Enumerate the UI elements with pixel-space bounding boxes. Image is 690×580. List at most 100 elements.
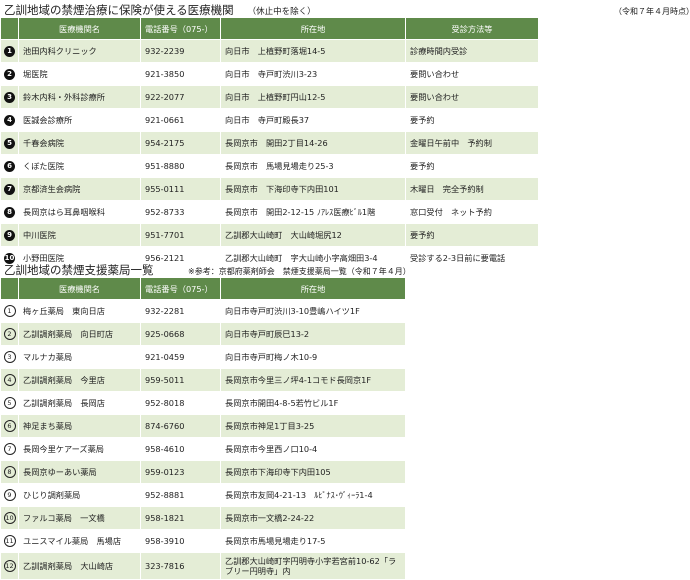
header-tel: 電話番号（075-）: [140, 17, 221, 40]
header-address: 所在地: [220, 277, 406, 300]
pharmacy-row: 5 乙訓調剤薬局 長岡店 952-8018 長岡京市開田4-8-5若竹ビル1F: [0, 391, 406, 415]
clinic-method: 金曜日午前中 予約制: [405, 131, 539, 155]
pharmacy-tel: 952-8881: [140, 483, 221, 507]
clinic-name: くぼた医院: [18, 154, 141, 178]
pharmacy-table-header: 医療機関名 電話番号（075-） 所在地: [0, 277, 406, 300]
clinic-tel: 955-0111: [140, 177, 221, 201]
pharmacy-tel: 925-0668: [140, 322, 221, 346]
clinic-number-badge: 6: [4, 161, 15, 172]
pharmacy-name: 梅ヶ丘薬局 東向日店: [18, 299, 141, 323]
pharmacy-address: 長岡京市開田4-8-5若竹ビル1F: [220, 391, 406, 415]
clinic-number-badge: 4: [4, 115, 15, 126]
section2-note: ※参考：京都府薬剤師会 禁煙支援薬局一覧（令和７年４月）: [188, 267, 411, 276]
clinic-row: 4 医誠会診療所 921-0661 向日市 寺戸町殿長37 要予約: [0, 108, 539, 132]
pharmacy-name: 神足まち薬局: [18, 414, 141, 438]
pharmacy-number-circle: 4: [3, 374, 16, 386]
pharmacy-row: 10 ファルコ薬局 一文橋 958-1821 長岡京市一文橋2-24-22: [0, 506, 406, 530]
clinic-row: 9 中川医院 951-7701 乙訓郡大山崎町 大山崎堀尻12 要予約: [0, 223, 539, 247]
pharmacy-number-cell: 1: [0, 299, 19, 323]
clinic-address: 長岡京市 開田2丁目14-26: [220, 131, 406, 155]
pharmacy-number-circle: 10: [3, 512, 16, 524]
pharmacy-number-cell: 12: [0, 552, 19, 580]
pharmacy-tel: 959-5011: [140, 368, 221, 392]
clinic-tel: 921-0661: [140, 108, 221, 132]
clinic-name: 鈴木内科・外科診療所: [18, 85, 141, 109]
section2-title: 乙訓地域の禁煙支援薬局一覧: [4, 263, 154, 277]
clinic-name: 長岡京はら耳鼻咽喉科: [18, 200, 141, 224]
pharmacy-number-cell: 8: [0, 460, 19, 484]
clinic-method: 要問い合わせ: [405, 62, 539, 86]
clinic-number-badge: 5: [4, 138, 15, 149]
pharmacy-address: 長岡京市下海印寺下内田105: [220, 460, 406, 484]
pharmacy-name: ひじり調剤薬局: [18, 483, 141, 507]
header-no: [0, 277, 19, 300]
pharmacy-number-circle: 8: [3, 466, 16, 478]
pharmacy-number-circle: 6: [3, 420, 16, 432]
clinic-method: 要予約: [405, 223, 539, 247]
pharmacy-row: 1 梅ヶ丘薬局 東向日店 932-2281 向日市寺戸町渋川3-10豊嶋ハイツ1F: [0, 299, 406, 323]
pharmacy-number-cell: 10: [0, 506, 19, 530]
pharmacy-name: 乙訓調剤薬局 今里店: [18, 368, 141, 392]
clinic-row: 3 鈴木内科・外科診療所 922-2077 向日市 上植野町円山12-5 要問い合わせ: [0, 85, 539, 109]
clinic-address: 長岡京市 開田2-12-15 ﾉｱﾚｽ医療ﾋﾞﾙ1階: [220, 200, 406, 224]
clinic-number-cell: 1: [0, 39, 19, 63]
pharmacy-address: 長岡京市一文橋2-24-22: [220, 506, 406, 530]
pharmacy-number-cell: 11: [0, 529, 19, 553]
clinic-number-cell: 5: [0, 131, 19, 155]
pharmacy-name: 乙訓調剤薬局 向日町店: [18, 322, 141, 346]
clinic-method: 要問い合わせ: [405, 85, 539, 109]
pharmacy-row: 6 神足まち薬局 874-6760 長岡京市神足1丁目3-25: [0, 414, 406, 438]
pharmacy-tel: 874-6760: [140, 414, 221, 438]
clinic-row: 2 堀医院 921-3850 向日市 寺戸町渋川3-23 要問い合わせ: [0, 62, 539, 86]
clinic-tel: 951-8880: [140, 154, 221, 178]
section1-title-text: 乙訓地域の禁煙治療に保険が使える医療機関: [4, 3, 234, 17]
clinic-tel: 932-2239: [140, 39, 221, 63]
pharmacy-name: 長岡京ゆーあい薬局: [18, 460, 141, 484]
clinic-method: 要予約: [405, 154, 539, 178]
clinic-tel: 951-7701: [140, 223, 221, 247]
pharmacy-address: 長岡京市今里西ノ口10-4: [220, 437, 406, 461]
pharmacy-number-cell: 9: [0, 483, 19, 507]
pharmacy-name: ファルコ薬局 一文橋: [18, 506, 141, 530]
clinic-method: 受診する2-3日前に要電話: [405, 246, 539, 270]
clinic-address: 乙訓郡大山崎町 大山崎堀尻12: [220, 223, 406, 247]
clinic-tel: 921-3850: [140, 62, 221, 86]
pharmacy-tel: 952-8018: [140, 391, 221, 415]
clinic-method: 木曜日 完全予約制: [405, 177, 539, 201]
pharmacy-table: 医療機関名 電話番号（075-） 所在地 1 梅ヶ丘薬局 東向日店 932-2281…: [0, 277, 406, 580]
section1-title: 乙訓地域の禁煙治療に保険が使える医療機関 （休止中を除く）: [4, 2, 316, 18]
clinic-name: 京都済生会病院: [18, 177, 141, 201]
pharmacy-number-cell: 7: [0, 437, 19, 461]
pharmacy-number-circle: 3: [3, 351, 16, 363]
pharmacy-number-circle: 2: [3, 328, 16, 340]
clinic-number-cell: 8: [0, 200, 19, 224]
clinic-address: 長岡京市 馬場見場走り25-3: [220, 154, 406, 178]
pharmacy-row: 2 乙訓調剤薬局 向日町店 925-0668 向日市寺戸町辰巳13-2: [0, 322, 406, 346]
pharmacy-address: 長岡京市馬場見場走り17-5: [220, 529, 406, 553]
clinic-row: 6 くぼた医院 951-8880 長岡京市 馬場見場走り25-3 要予約: [0, 154, 539, 178]
pharmacy-number-circle: 5: [3, 397, 16, 409]
pharmacy-name: 長岡今里ケアーズ薬局: [18, 437, 141, 461]
pharmacy-number-cell: 2: [0, 322, 19, 346]
clinic-address: 向日市 寺戸町渋川3-23: [220, 62, 406, 86]
clinic-name: 堀医院: [18, 62, 141, 86]
header-address: 所在地: [220, 17, 406, 40]
pharmacy-tel: 921-0459: [140, 345, 221, 369]
pharmacy-address: 長岡京市友岡4-21-13 ﾙﾋﾟﾅｽ･ｳﾞｨｰﾗ1-4: [220, 483, 406, 507]
header-name: 医療機関名: [18, 17, 141, 40]
clinic-tel: 922-2077: [140, 85, 221, 109]
header-no: [0, 17, 19, 40]
clinic-number-cell: 6: [0, 154, 19, 178]
clinic-number-badge: 1: [4, 46, 15, 57]
clinic-name: 中川医院: [18, 223, 141, 247]
pharmacy-row: 11 ユニスマイル薬局 馬場店 958-3910 長岡京市馬場見場走り17-5: [0, 529, 406, 553]
pharmacy-number-circle: 12: [3, 560, 16, 572]
clinic-method: 診療時間内受診: [405, 39, 539, 63]
pharmacy-name: 乙訓調剤薬局 大山崎店: [18, 552, 141, 580]
pharmacy-address: 乙訓郡大山崎町字円明寺小字若宮前10-62「ラブリー円明寺」内: [220, 552, 406, 580]
pharmacy-tel: 959-0123: [140, 460, 221, 484]
pharmacy-row: 7 長岡今里ケアーズ薬局 958-4610 長岡京市今里西ノ口10-4: [0, 437, 406, 461]
pharmacy-number-cell: 3: [0, 345, 19, 369]
pharmacy-number-cell: 6: [0, 414, 19, 438]
clinic-number-badge: 3: [4, 92, 15, 103]
